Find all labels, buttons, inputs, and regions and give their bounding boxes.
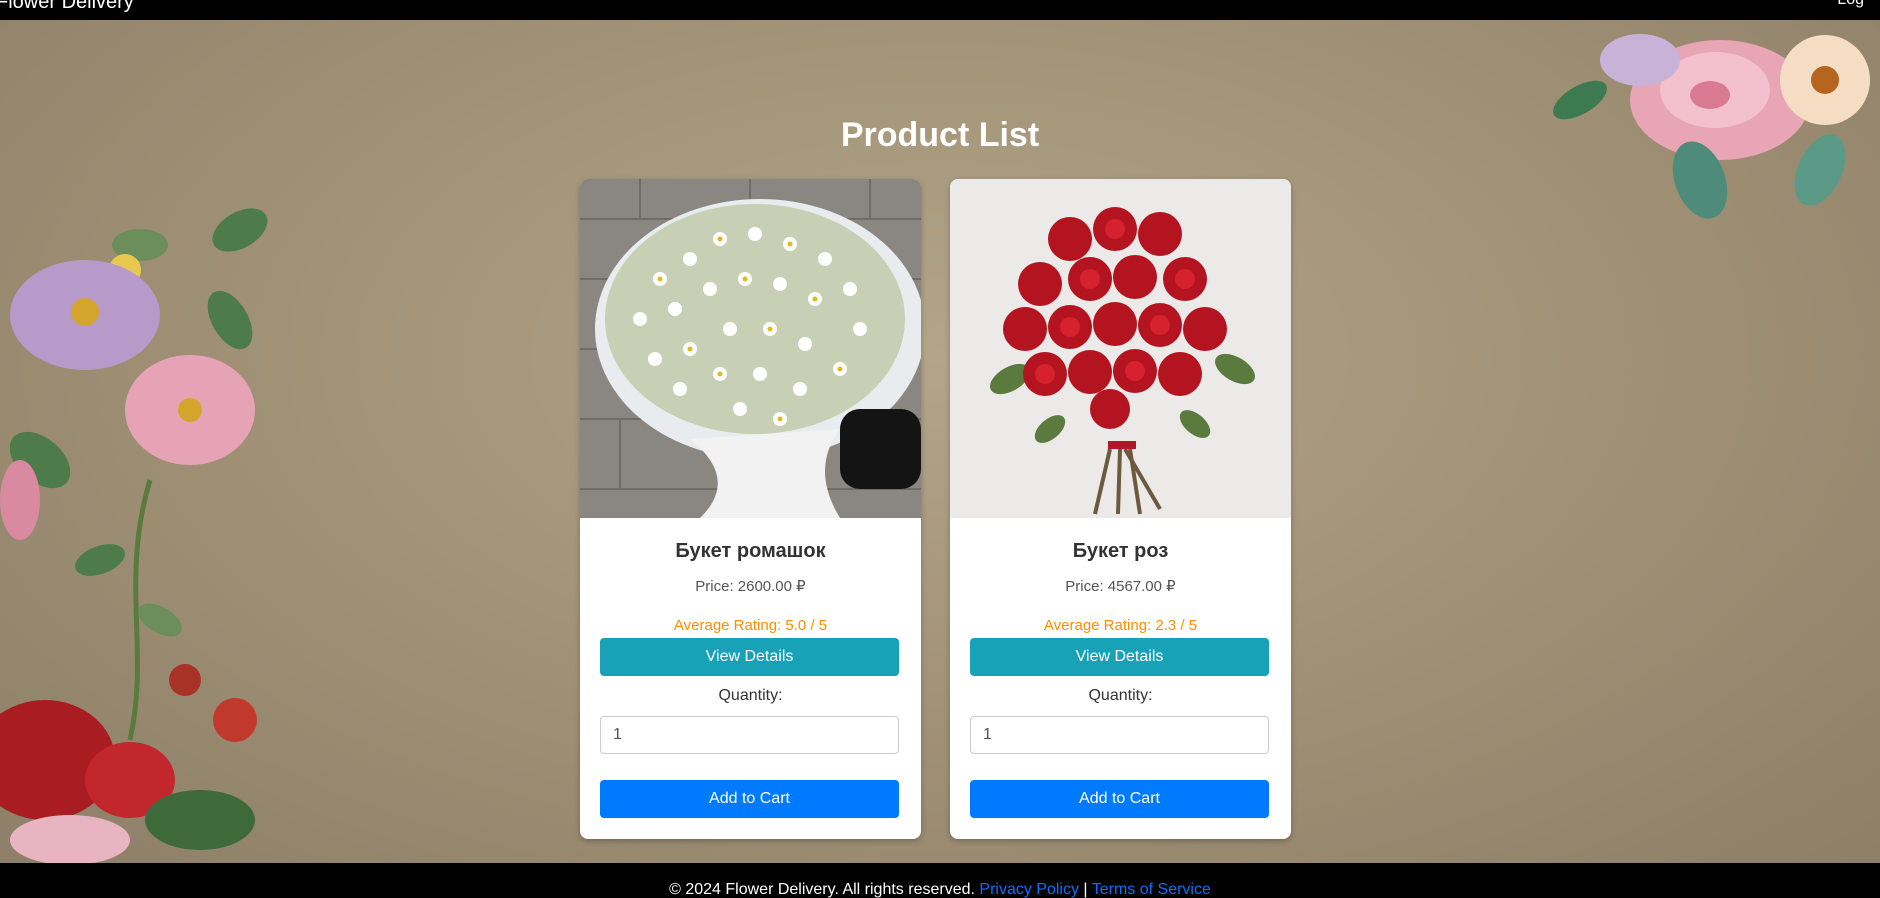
top-navbar: Flower Delivery Log [0,0,1880,20]
terms-of-service-link[interactable]: Terms of Service [1092,881,1211,898]
view-details-button[interactable]: View Details [600,638,899,676]
product-name: Букет ромашок [675,540,826,562]
add-to-cart-button[interactable]: Add to Cart [600,780,899,818]
quantity-label: Quantity: [1088,687,1153,704]
copyright-text: © 2024 Flower Delivery. All rights reser… [669,881,975,898]
brand-link[interactable]: Flower Delivery [0,0,134,14]
page-title: Product List [840,116,1040,154]
product-rating: Average Rating: 2.3 / 5 [1043,617,1198,634]
view-details-button[interactable]: View Details [970,638,1269,676]
footer: © 2024 Flower Delivery. All rights reser… [0,863,1880,898]
add-to-cart-button[interactable]: Add to Cart [970,780,1269,818]
product-card: Букет ромашок Price: 2600.00 ₽ Average R… [580,179,921,839]
footer-separator: | [1083,881,1088,898]
privacy-policy-link[interactable]: Privacy Policy [979,881,1079,898]
quantity-label: Quantity: [718,687,783,704]
login-link[interactable]: Log [1837,0,1864,9]
product-image-chamomile[interactable] [580,179,921,518]
product-name: Букет роз [1072,540,1169,562]
quantity-input[interactable] [970,716,1269,754]
product-price: Price: 2600.00 ₽ [695,578,806,595]
product-card: Букет роз Price: 4567.00 ₽ Average Ratin… [950,179,1291,839]
product-image-roses[interactable] [950,179,1291,518]
flower-decoration-left [0,208,268,863]
product-rating: Average Rating: 5.0 / 5 [673,617,828,634]
product-price: Price: 4567.00 ₽ [1065,578,1176,595]
quantity-input[interactable] [600,716,899,754]
